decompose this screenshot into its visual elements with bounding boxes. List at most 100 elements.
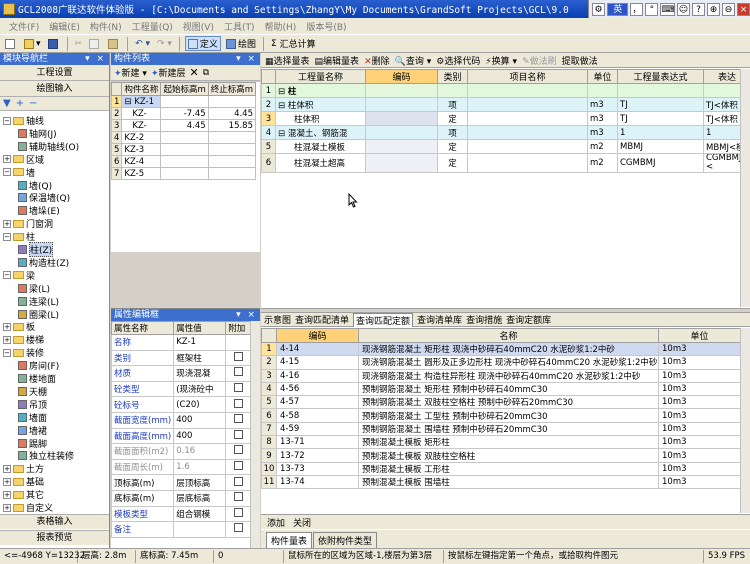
attach-checkbox[interactable] <box>233 429 243 439</box>
menu-file[interactable]: 文件(F) <box>4 20 44 33</box>
add-button[interactable]: 添加 <box>267 516 285 529</box>
query-tab[interactable]: 查询匹配清单 <box>295 313 349 326</box>
nav-tree-item[interactable]: 轴网(J) <box>18 128 57 140</box>
code-cell[interactable] <box>365 125 438 140</box>
qty-name-cell[interactable]: ⊟ 柱 <box>275 83 366 98</box>
collapse-icon[interactable]: − <box>3 116 11 125</box>
collapse-icon[interactable]: ⊟ <box>278 87 288 97</box>
quota-code-cell[interactable]: 4-56 <box>276 381 359 397</box>
quantity-row[interactable]: 5 柱混凝土模板定 m2 MBMJ MBMJ<模 <box>261 139 750 154</box>
quota-code-cell[interactable]: 4-14 <box>276 341 359 357</box>
nav-tree-item[interactable]: + 区域 <box>3 154 44 166</box>
end-elevation-cell[interactable] <box>207 167 257 180</box>
quota-row[interactable]: 7 4-59 预制钢筋混凝土 围墙柱 预制中砂碎石20mmC30 10m3 <box>261 421 741 437</box>
nav-tree-item[interactable]: 房间(F) <box>18 360 59 372</box>
query-tab[interactable]: 查询匹配定额 <box>353 312 414 327</box>
nav-tree-item[interactable]: 辅助轴线(O) <box>18 141 79 153</box>
attach-checkbox[interactable] <box>233 383 243 393</box>
quota-name-cell[interactable]: 预制混凝土模板 矩形柱 <box>358 435 659 450</box>
item-name-cell[interactable] <box>467 97 588 112</box>
quota-code-cell[interactable]: 4-15 <box>276 355 359 370</box>
query-tab[interactable]: 查询定额库 <box>506 313 551 326</box>
quota-unit-cell[interactable]: 10m3 <box>658 435 741 450</box>
quota-unit-cell[interactable]: 10m3 <box>658 448 741 463</box>
quota-row[interactable]: 2 4-15 现浇钢筋混凝土 圆形及正多边形柱 现浇中砂碎石40mmC20 水泥砂浆… <box>261 355 741 370</box>
property-row[interactable]: 截面周长(m) 1.6 <box>110 458 251 476</box>
col-end-elevation[interactable]: 终止标高m <box>207 82 257 96</box>
nav-tree-item[interactable]: + 其它 <box>3 489 44 501</box>
property-value[interactable]: 层顶标高 <box>173 474 227 491</box>
property-value[interactable]: 层底标高 <box>173 489 227 507</box>
nav-tree-item[interactable]: 墙裙 <box>18 425 47 437</box>
item-name-cell[interactable] <box>467 125 588 140</box>
expand-icon[interactable]: + <box>3 219 11 228</box>
col-component-name[interactable]: 构件名称 <box>121 82 162 96</box>
ime-punct-icon[interactable]: ， <box>630 2 644 16</box>
qty-name-cell[interactable]: 柱混凝土模板 <box>275 139 366 154</box>
ime-toolbar[interactable]: ⚙ 英 ， ° ⌨ ☺ ? ⊕ ⊖ × <box>588 0 750 18</box>
nav-tree-item[interactable]: + 自定义 <box>3 502 53 514</box>
attach-checkbox[interactable] <box>233 461 243 471</box>
component-row[interactable]: 1 ⊟ KZ-1 <box>111 95 257 108</box>
property-row[interactable]: 截面面积(m2) 0.16 <box>110 443 251 460</box>
item-name-cell[interactable] <box>467 153 588 173</box>
nav-tree-item[interactable]: 吊顶 <box>18 399 47 411</box>
nav-tree-item[interactable]: 保温墙(Q) <box>18 192 70 204</box>
quota-name-cell[interactable]: 现浇钢筋混凝土 构造柱异形柱 现浇中砂碎石40mmC20 水泥砂浆1:2中砂 <box>358 368 659 383</box>
tab-component-qty[interactable]: 构件量表 <box>266 532 313 548</box>
category-cell[interactable]: 定 <box>437 153 468 173</box>
end-elevation-cell[interactable] <box>207 95 257 108</box>
col-quota-unit[interactable]: 单位 <box>658 328 741 343</box>
tab-attached-type[interactable]: 依附构件类型 <box>313 532 378 548</box>
property-value[interactable]: 400 <box>173 411 227 429</box>
nav-tree-item[interactable]: 独立柱装修 <box>18 450 74 462</box>
nav-tree-item[interactable]: + 板 <box>3 321 35 333</box>
ime-keyboard-icon[interactable]: ⌨ <box>660 2 675 16</box>
nav-tree-item[interactable]: 构造柱(Z) <box>18 257 69 269</box>
nav-tree-item[interactable]: + 基础 <box>3 476 44 488</box>
expression-cell[interactable]: CGMBMJ <box>617 153 704 173</box>
qty-name-cell[interactable]: ⊟ 混凝土、钢筋混 <box>275 125 366 140</box>
quantity-row[interactable]: 3 柱体积定 m3 TJ TJ<体积 <box>261 111 750 126</box>
filter-icon[interactable]: ▼ <box>3 98 11 109</box>
open-button[interactable]: ▾ <box>22 36 43 51</box>
component-name-cell[interactable]: KZ-5 <box>121 167 162 180</box>
unit-cell[interactable]: m3 <box>587 97 618 112</box>
quota-row[interactable]: 6 4-58 预制钢筋混凝土 工型柱 预制中砂碎石20mmC30 10m3 <box>261 408 741 423</box>
start-elevation-cell[interactable]: -7.45 <box>160 107 209 120</box>
expand-icon[interactable]: + <box>3 322 11 331</box>
nav-tree-item[interactable]: − 装修 <box>3 347 44 359</box>
nav-tree-item[interactable]: − 梁 <box>3 270 35 282</box>
new-component-button[interactable]: ✦新建 ▾ <box>114 66 147 79</box>
panel-pin-close-icon[interactable]: ▾ × <box>236 53 260 65</box>
copy-button[interactable] <box>87 36 103 51</box>
method-brush-button[interactable]: ✎做法刷 <box>522 54 557 67</box>
property-value[interactable]: 框架柱 <box>173 349 227 367</box>
attach-checkbox[interactable] <box>233 351 243 361</box>
quota-code-cell[interactable]: 4-57 <box>276 395 359 410</box>
quantity-row[interactable]: 2 ⊟ 柱体积项 m3 TJ TJ<体积 <box>261 97 750 112</box>
property-row[interactable]: 顶标高(m) 层顶标高 <box>110 474 251 491</box>
expression-cell[interactable]: TJ <box>617 97 704 112</box>
component-name-cell[interactable]: KZ-2 <box>121 131 162 144</box>
delete-button[interactable]: ✕删除 <box>364 54 390 67</box>
nav-tree-item[interactable]: 圈梁(L) <box>18 309 59 321</box>
nav-tree-item[interactable]: 墙面 <box>18 412 47 424</box>
code-cell[interactable] <box>365 153 438 173</box>
code-cell[interactable] <box>365 139 438 154</box>
start-elevation-cell[interactable] <box>160 131 209 144</box>
ime-width-icon[interactable]: ° <box>645 2 659 16</box>
property-value[interactable]: 组合钢模 <box>173 505 227 523</box>
nav-tree-item[interactable]: + 门窗洞 <box>3 218 53 230</box>
extract-method-button[interactable]: 提取做法 <box>562 54 598 67</box>
new-file-button[interactable] <box>3 36 19 51</box>
category-cell[interactable] <box>437 83 468 98</box>
quota-unit-cell[interactable]: 10m3 <box>658 341 741 357</box>
collapse-icon[interactable]: ⊟ <box>124 97 134 107</box>
select-code-button[interactable]: ⚙选择代码 <box>436 54 480 67</box>
start-elevation-cell[interactable]: 4.45 <box>160 119 209 132</box>
quota-name-cell[interactable]: 预制混凝土模板 工形柱 <box>358 461 659 476</box>
property-row[interactable]: 砼类型 (现浇砼中 <box>110 380 251 398</box>
save-button[interactable] <box>46 36 62 51</box>
drawing-input-button[interactable]: 绘图输入 <box>0 81 109 97</box>
